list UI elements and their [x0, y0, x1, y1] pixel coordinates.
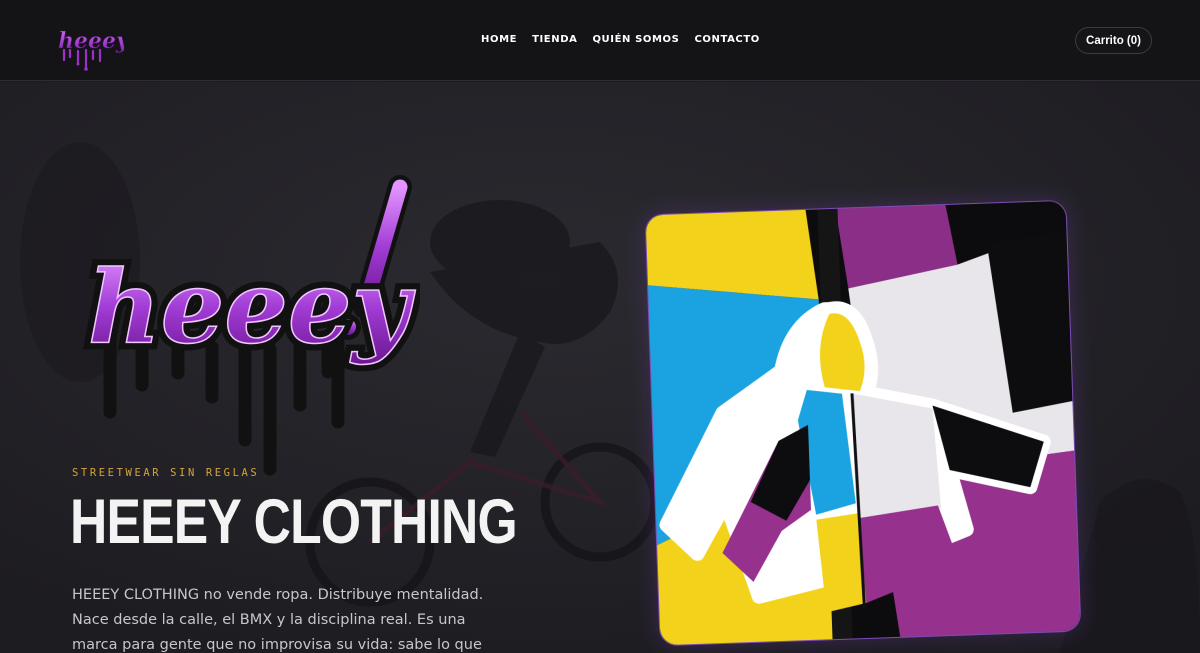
site-header: heeey! HOME TIENDA QUIÉN SOMOS CONTACTO …: [0, 0, 1200, 81]
hero-title: HEEEY CLOTHING: [70, 487, 518, 557]
hero-tagline: STREETWEAR SIN REGLAS: [72, 467, 260, 479]
nav-tienda[interactable]: TIENDA: [532, 34, 577, 45]
cart-button[interactable]: Carrito (0): [1075, 27, 1152, 54]
hero-section: heeey heeey STREETWEAR SIN REGLAS HEEEY …: [0, 82, 1200, 653]
hero-logo-text: heeey: [88, 248, 416, 366]
cart-label: Carrito (0): [1086, 34, 1141, 47]
nav-quien-somos[interactable]: QUIÉN SOMOS: [592, 34, 679, 45]
nav-contacto[interactable]: CONTACTO: [694, 34, 759, 45]
product-image[interactable]: [644, 199, 1082, 647]
logo-text: heeey!: [58, 28, 124, 54]
main-nav: HOME TIENDA QUIÉN SOMOS CONTACTO: [481, 34, 760, 45]
hero-description: HEEEY CLOTHING no vende ropa. Distribuye…: [72, 587, 484, 653]
nav-home[interactable]: HOME: [481, 34, 517, 45]
brand-logo[interactable]: heeey!: [56, 22, 124, 80]
hero-logo: heeey heeey: [80, 167, 420, 487]
